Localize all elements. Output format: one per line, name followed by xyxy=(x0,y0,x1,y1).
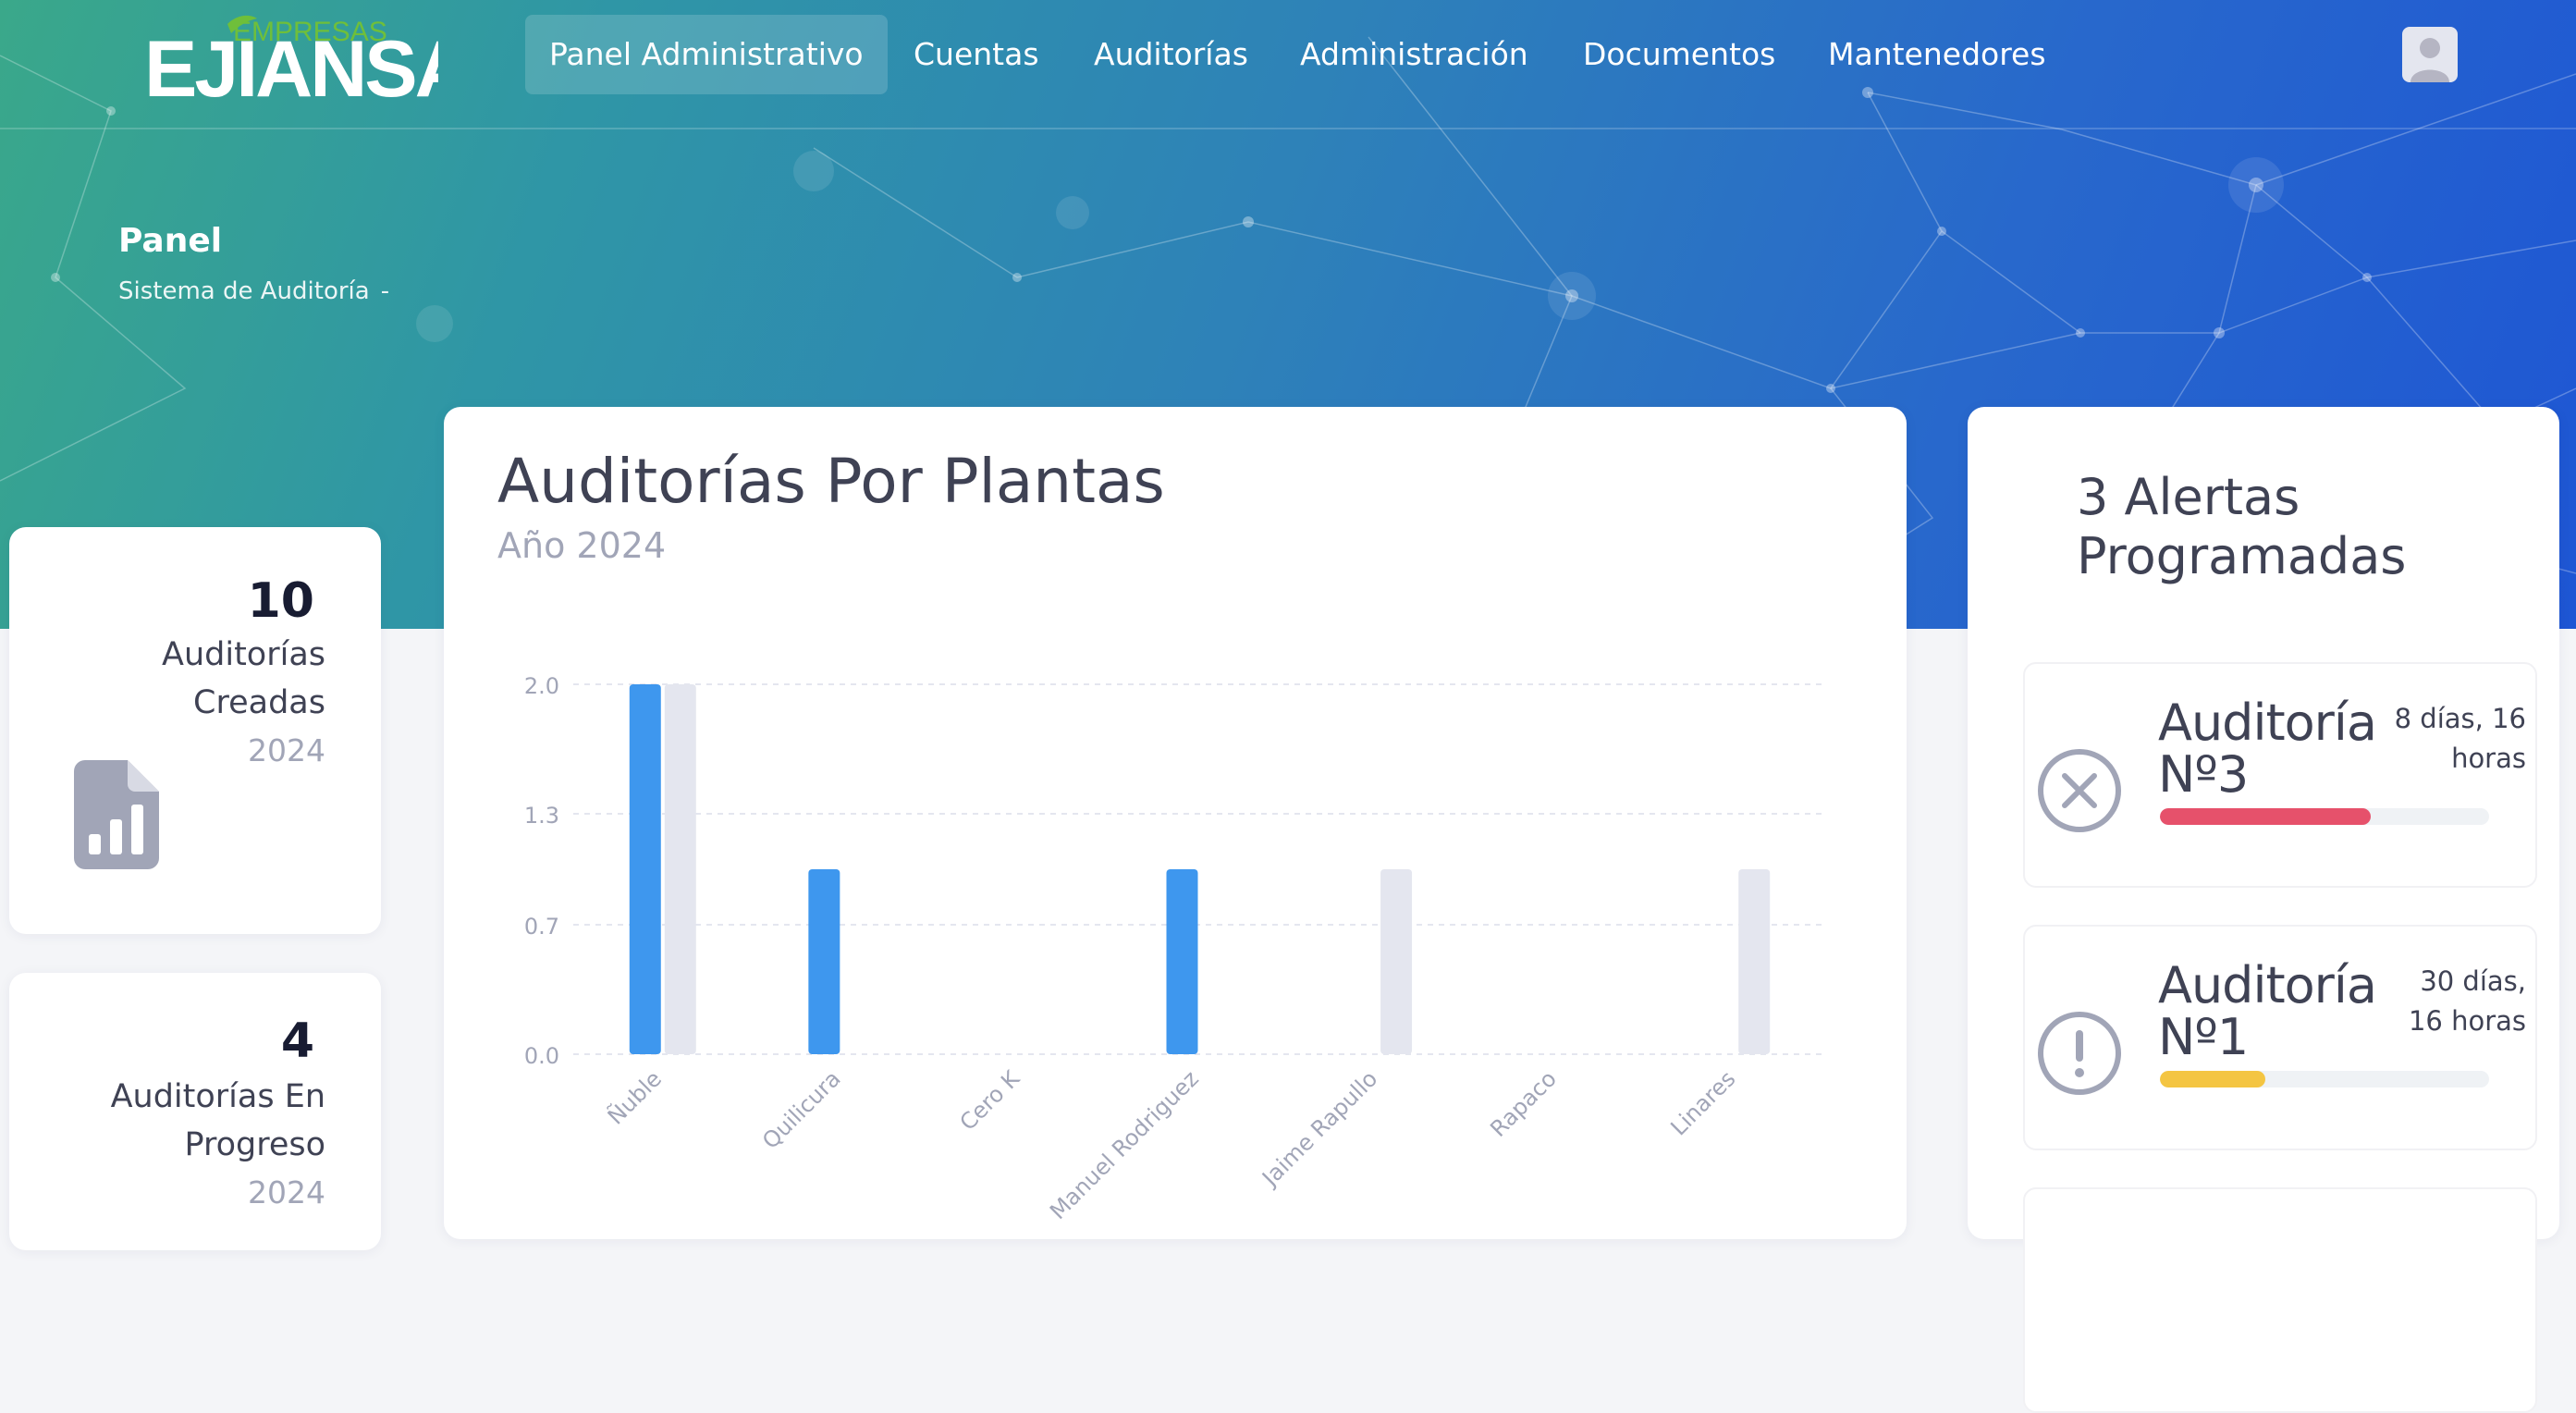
page-title: Panel xyxy=(118,222,223,260)
svg-text:EJIANSA: EJIANSA xyxy=(144,25,438,98)
x-tick-label: Jaime Rapullo xyxy=(1256,1065,1382,1192)
stat-value: 4 xyxy=(280,1014,314,1069)
nav-panel-administrativo[interactable]: Panel Administrativo xyxy=(525,15,888,94)
stat-year: 2024 xyxy=(248,732,325,768)
breadcrumb-item[interactable]: Sistema de Auditoría xyxy=(118,277,370,305)
alert-item[interactable]: Auditoría Nº3 8 días, 16 horas xyxy=(2023,662,2537,888)
nav-mantenedores[interactable]: Mantenedores xyxy=(1804,15,2070,94)
x-tick-label: Linares xyxy=(1665,1065,1740,1140)
y-tick-label: 1.3 xyxy=(524,803,559,829)
bar-chart: 0.0 0.7 1.3 2.0 Ñuble Quilicura Cero K Manuel R… xyxy=(524,673,1826,1224)
chart-bar[interactable] xyxy=(629,684,661,1054)
alert-time: 8 días, 16 horas xyxy=(2394,703,2526,774)
nav-documentos[interactable]: Documentos xyxy=(1559,15,1799,94)
breadcrumb: Sistema de Auditoría - xyxy=(118,277,389,305)
alert-time: 30 días, 16 horas xyxy=(2408,965,2526,1037)
alert-progress-fill xyxy=(2160,1071,2265,1087)
chart-card: Auditorías Por Plantas Año 2024 0.0 0.7 1.… xyxy=(444,407,1907,1239)
alert-progress-fill xyxy=(2160,808,2371,825)
close-circle-icon xyxy=(2038,749,2121,832)
alerts-title: 3 Alertas Programadas xyxy=(2077,468,2407,585)
stat-year: 2024 xyxy=(248,1174,325,1210)
x-tick-label: Manuel Rodriguez xyxy=(1045,1065,1204,1224)
breadcrumb-separator: - xyxy=(380,277,390,305)
y-tick-label: 2.0 xyxy=(524,673,559,699)
stat-label: Auditorías En Progreso xyxy=(110,1078,325,1163)
exclamation-circle-icon xyxy=(2038,1012,2121,1095)
nav-administracion[interactable]: Administración xyxy=(1276,15,1552,94)
chart-bar[interactable] xyxy=(1380,869,1413,1054)
stat-label: Auditorías Creadas xyxy=(162,636,325,721)
document-chart-icon xyxy=(74,760,159,869)
stat-card-in-progress: 4 Auditorías En Progreso 2024 xyxy=(9,973,381,1250)
nav-cuentas[interactable]: Cuentas xyxy=(889,15,1063,94)
alert-progress-bar xyxy=(2160,808,2489,825)
stat-card-created: 10 Auditorías Creadas 2024 xyxy=(9,527,381,934)
stat-value: 10 xyxy=(247,573,314,629)
x-tick-label: Quilicura xyxy=(757,1065,846,1154)
user-avatar-icon[interactable] xyxy=(2402,27,2458,82)
x-tick-label: Ñuble xyxy=(601,1064,667,1130)
alerts-card: 3 Alertas Programadas Auditoría Nº3 8 dí… xyxy=(1968,407,2559,1413)
alert-name: Auditoría Nº3 xyxy=(2158,694,2377,804)
alert-progress-bar xyxy=(2160,1071,2489,1087)
chart-bar[interactable] xyxy=(664,684,696,1054)
x-tick-label: Cero K xyxy=(955,1065,1025,1136)
y-tick-label: 0.0 xyxy=(524,1043,559,1069)
x-tick-label: Rapaco xyxy=(1485,1065,1562,1142)
chart-bar[interactable] xyxy=(1738,869,1771,1054)
chart-bar[interactable] xyxy=(1166,869,1198,1054)
nav-auditorias[interactable]: Auditorías xyxy=(1070,15,1272,94)
chart-bar[interactable] xyxy=(808,869,840,1054)
alert-item[interactable] xyxy=(2023,1187,2537,1413)
company-logo[interactable]: EMPRESAS EJIANSA xyxy=(142,13,438,98)
top-navbar: EMPRESAS EJIANSA Panel Administrativo Cu… xyxy=(0,0,2576,129)
alert-name: Auditoría Nº1 xyxy=(2158,956,2377,1066)
alert-item[interactable]: Auditoría Nº1 30 días, 16 horas xyxy=(2023,925,2537,1150)
y-tick-label: 0.7 xyxy=(524,914,559,940)
